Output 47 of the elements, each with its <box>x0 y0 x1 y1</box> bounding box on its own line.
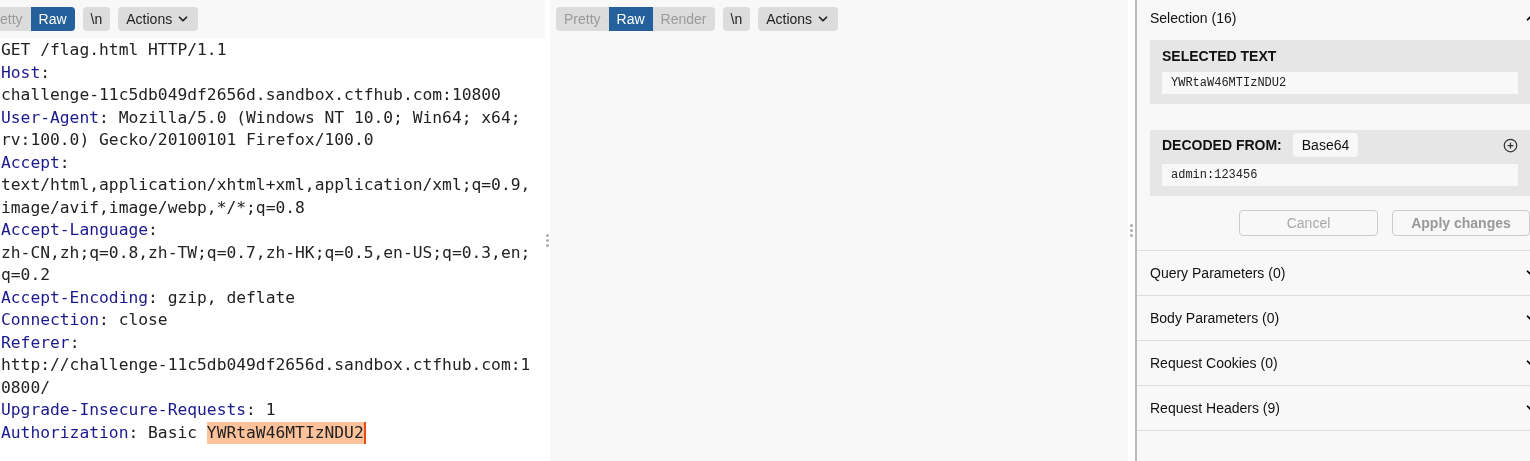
view-tab[interactable]: Raw <box>608 7 653 31</box>
collapsible-section[interactable]: Request Headers (9) <box>1137 386 1530 431</box>
panel-heading: DECODED FROM: <box>1162 135 1282 155</box>
request-text: zh-CN,zh;q=0.8,zh-TW;q=0.7,zh-HK;q=0.5,en-US;q=0.3,en; <box>1 241 531 264</box>
request-text: : <box>148 219 158 241</box>
header-name: Upgrade-Insecure-Requests <box>1 399 247 421</box>
header-name: Accept-Encoding <box>1 286 149 309</box>
request-text: rv:100.0) Gecko/20100101 Firefox/100.0 <box>1 129 374 151</box>
header-name: Accept-Language <box>1 219 149 241</box>
drag-handle[interactable] <box>545 234 550 247</box>
panel-heading: SELECTED TEXT <box>1161 46 1278 66</box>
request-text: q=0.2 <box>1 264 50 286</box>
request-text: : <box>40 61 51 84</box>
drag-handle[interactable] <box>1129 224 1134 237</box>
request-text: text/html,application/xhtml+xml,application/xml;q=0.9, <box>1 174 531 196</box>
header-name: Authorization <box>1 421 129 444</box>
request-text: image/avif,image/webp,*/*;q=0.8 <box>1 196 305 219</box>
request-text: : <box>69 331 80 354</box>
newline-toggle[interactable]: \n <box>722 7 751 31</box>
request-text: : Mozilla/5.0 (Windows NT 10.0; Win64; x64; <box>99 106 521 129</box>
collapsible-section[interactable]: Body Parameters (0) <box>1137 296 1530 341</box>
request-text: http://challenge-11c5db049df2656d.sandbox.ctfhub.com:1 <box>1 354 531 376</box>
header-name: Host <box>1 61 41 84</box>
selected-text: YWRtaW46MTIzNDU2 <box>206 421 366 444</box>
actions-dropdown[interactable]: Actions <box>118 7 199 31</box>
add-icon[interactable] <box>1503 137 1518 153</box>
request-text: : <box>59 151 70 174</box>
decoder-chip[interactable]: Base64 <box>1292 133 1359 157</box>
newline-toggle[interactable]: \n <box>82 7 111 31</box>
request-text: GET /flag.html HTTP/1.1 <box>1 39 227 61</box>
collapsible-section[interactable]: Query Parameters (0) <box>1137 251 1530 296</box>
actions-dropdown[interactable]: Actions <box>758 7 839 31</box>
decoded-text-field[interactable]: admin:123456 <box>1162 164 1518 186</box>
request-text: : close <box>99 309 168 331</box>
header-name: Accept <box>1 151 60 174</box>
request-text: : 1 <box>246 399 276 421</box>
header-name: Connection <box>1 309 100 331</box>
view-tab[interactable]: Raw <box>30 7 75 31</box>
section-title: Selection (16) <box>1150 8 1237 28</box>
request-text: : Basic <box>128 421 199 444</box>
header-name: Referer <box>1 331 70 354</box>
selected-text-field[interactable]: YWRtaW46MTIzNDU2 <box>1162 72 1518 94</box>
request-text: challenge-11c5db049df2656d.sandbox.ctfhub.com:10800 <box>1 84 501 106</box>
request-text: 0800/ <box>1 376 50 399</box>
collapsible-section[interactable]: Request Cookies (0) <box>1137 341 1530 386</box>
request-text: : gzip, deflate <box>148 286 296 309</box>
header-name: User-Agent <box>1 106 100 129</box>
